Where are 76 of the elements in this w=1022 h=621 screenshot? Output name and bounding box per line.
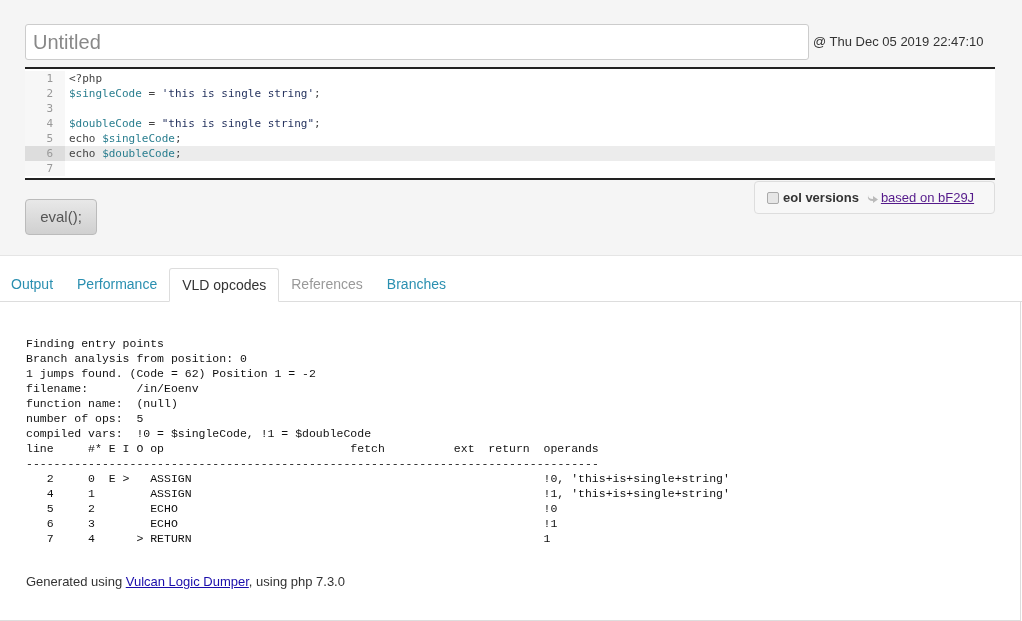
- table-cell: 4: [46, 487, 54, 500]
- code-token: $singleCode: [69, 87, 142, 100]
- line-number: 1: [25, 71, 65, 86]
- table-cell: 1: [88, 487, 95, 500]
- line-number: 5: [25, 131, 65, 146]
- checkbox-label: eol versions: [783, 188, 859, 207]
- code-token: <?php: [69, 72, 103, 85]
- table-cell: !1, 'this+is+single+string': [543, 487, 730, 500]
- output-line: 1 jumps found. (Code = 62) Position 1 = -2: [26, 366, 317, 381]
- column-header: operands: [543, 441, 599, 456]
- column-header: E: [108, 441, 117, 456]
- column-header: ext: [453, 441, 476, 456]
- table-cell: ECHO: [150, 517, 178, 530]
- code-token: ;: [314, 117, 321, 130]
- line-number: 4: [25, 116, 65, 131]
- code-token: $doubleCode: [69, 117, 142, 130]
- table-cell: !1: [543, 517, 558, 530]
- table-cell: !0, 'this+is+single+string': [543, 472, 730, 485]
- table-cell: 2: [88, 502, 95, 515]
- output-line: Branch analysis from position: 0: [26, 351, 248, 366]
- table-cell: 6: [46, 517, 54, 530]
- table-cell: ECHO: [150, 502, 178, 515]
- table-cell: 2: [46, 472, 54, 485]
- column-header: op: [150, 441, 165, 456]
- tab[interactable]: Branches: [374, 267, 458, 301]
- code-editor[interactable]: 1 <?php 2 $singleCode = 'this is single string'; 3 4 $doubleCode = "this is single string"; 5 echo $singleCode; 6 echo $doubleCode; 7: [25, 67, 995, 180]
- table-cell: 5: [46, 502, 54, 515]
- table-cell: >: [122, 472, 130, 485]
- output-line: compiled vars: !0 = $singleCode, !1 = $doubleCode: [26, 426, 373, 441]
- based-on-link[interactable]: based on bF29J: [880, 187, 975, 208]
- code-token: $doubleCode: [102, 147, 175, 160]
- column-header: fetch: [350, 441, 386, 456]
- vld-link[interactable]: Vulcan Logic Dumper: [125, 574, 249, 589]
- line-number: 6: [25, 146, 65, 161]
- code-token: 'this is single string': [161, 87, 315, 100]
- line-number: 3: [25, 101, 65, 116]
- title-field[interactable]: Untitled: [25, 24, 809, 60]
- column-header: line: [26, 441, 55, 456]
- line-number: 2: [25, 86, 65, 101]
- table-cell: 7: [46, 532, 54, 545]
- line-number: 7: [25, 161, 65, 176]
- table-cell: !0: [543, 502, 558, 515]
- column-header: I: [122, 441, 131, 456]
- output-line: function name: (null): [26, 396, 179, 411]
- column-header: return: [488, 441, 531, 456]
- output-line: Finding entry points: [26, 336, 166, 351]
- output-line: number of ops: 5: [26, 411, 145, 426]
- code-token: =: [147, 87, 157, 100]
- table-cell: >: [136, 532, 144, 545]
- timestamp: @ Thu Dec 05 2019 22:47:10: [813, 33, 984, 52]
- code-token: ;: [175, 147, 182, 160]
- output-line: filename: /in/Eoenv: [26, 381, 200, 396]
- tab[interactable]: VLD opcodes: [169, 268, 280, 302]
- code-token: echo: [69, 132, 97, 145]
- eval-button[interactable]: eval();: [25, 199, 97, 235]
- column-header: #*: [88, 441, 103, 456]
- checkbox[interactable]: [767, 191, 779, 204]
- tab[interactable]: Output: [0, 267, 66, 301]
- column-header: O: [136, 441, 145, 456]
- table-cell: ASSIGN: [150, 487, 192, 500]
- table-cell: RETURN: [150, 532, 192, 545]
- table-cell: ASSIGN: [150, 472, 192, 485]
- table-cell: E: [108, 472, 116, 485]
- code-token: "this is single string": [161, 117, 315, 130]
- code-token: $singleCode: [102, 132, 175, 145]
- table-cell: 4: [88, 532, 95, 545]
- footer-text: Generated using Vulcan Logic Dumper, using php 7.3.0: [26, 574, 345, 589]
- code-token: echo: [69, 147, 97, 160]
- table-cell: 1: [543, 532, 551, 545]
- separator-line: -----------------------------------------------------------------------------------: [26, 456, 600, 471]
- code-token: ;: [175, 132, 182, 145]
- code-token: =: [147, 117, 157, 130]
- code-token: ;: [314, 87, 321, 100]
- table-cell: 3: [88, 517, 95, 530]
- tab[interactable]: Performance: [65, 267, 170, 301]
- table-cell: 0: [88, 472, 95, 485]
